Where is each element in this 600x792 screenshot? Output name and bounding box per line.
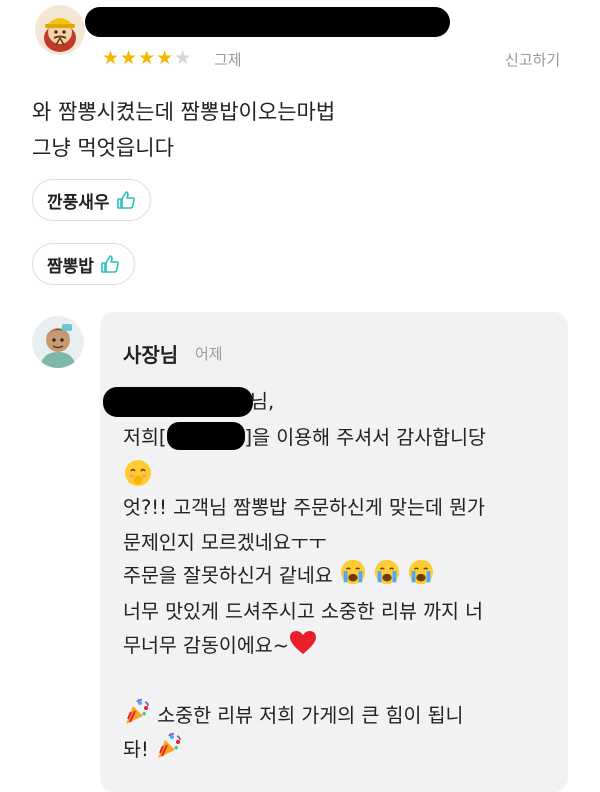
reply-line-9-text: 소중한 리뷰 저희 가게의 큰 힘이 됩니 — [157, 704, 464, 727]
crying-emoji-icon — [407, 558, 435, 598]
reply-line-10: 돠! — [123, 732, 183, 772]
crying-emoji-icon — [373, 558, 401, 598]
star-icon: ★ — [102, 47, 120, 69]
reply-line-10-text: 돠! — [123, 738, 149, 761]
star-icon: ★ — [156, 47, 174, 69]
reviewer-avatar-icon[interactable] — [35, 5, 85, 55]
reply-line-6: 주문을 잘못하신거 같네요 — [123, 558, 435, 598]
reply-date: 어제 — [195, 345, 223, 363]
store-name-redaction — [166, 422, 245, 450]
review-text-line-1: 와 짬뽕시켰는데 짬뽕밥이오는마법 — [32, 100, 336, 124]
reply-line-7: 너무 맛있게 드셔주시고 소중한 리뷰 까지 너 — [123, 600, 484, 623]
reply-line-2: 저희[ ]을 이용해 주셔서 감사합니당 — [123, 420, 486, 456]
reply-line-1: 님, — [250, 390, 275, 413]
reply-author: 사장님 — [123, 343, 179, 367]
menu-chip[interactable]: 짬뽕밥 — [32, 243, 135, 285]
menu-chip-label: 짬뽕밥 — [47, 256, 94, 277]
review-date: 그제 — [214, 51, 242, 69]
reviewer-name-redaction — [85, 7, 450, 37]
reply-line-6-text: 주문을 잘못하신거 같네요 — [123, 564, 333, 587]
star-icon: ★ — [138, 47, 156, 69]
crying-emoji-icon — [339, 558, 367, 598]
hush-emoji-icon — [123, 458, 153, 492]
reply-line-5: 문제인지 모르겠네요ㅜㅜ — [123, 531, 327, 554]
reply-line-4: 엇?!! 고객님 짬뽕밥 주문하신게 맞는데 뭔가 — [123, 496, 485, 519]
star-icon: ★ — [120, 47, 138, 69]
review-text-line-2: 그냥 먹엇읍니다 — [32, 136, 174, 160]
menu-chip-label: 깐풍새우 — [47, 192, 110, 213]
owner-avatar-icon — [32, 316, 84, 368]
reply-line-2-suffix: ]을 이용해 주셔서 감사합니당 — [244, 426, 486, 449]
heart-icon — [289, 630, 317, 668]
rating-stars: ★ ★ ★ ★ ★ — [102, 48, 191, 68]
party-popper-icon — [155, 732, 183, 772]
thumbs-up-icon — [116, 190, 136, 210]
menu-chip[interactable]: 깐풍새우 — [32, 179, 151, 221]
customer-name-redaction — [103, 387, 253, 417]
report-link[interactable]: 신고하기 — [505, 49, 560, 70]
reply-line-8-text: 무너무 감동이에요~ — [123, 634, 290, 657]
reply-line-2-prefix: 저희[ — [123, 426, 167, 449]
reply-line-8: 무너무 감동이에요~ — [123, 628, 317, 668]
thumbs-up-icon — [100, 254, 120, 274]
star-icon: ★ — [174, 47, 192, 69]
